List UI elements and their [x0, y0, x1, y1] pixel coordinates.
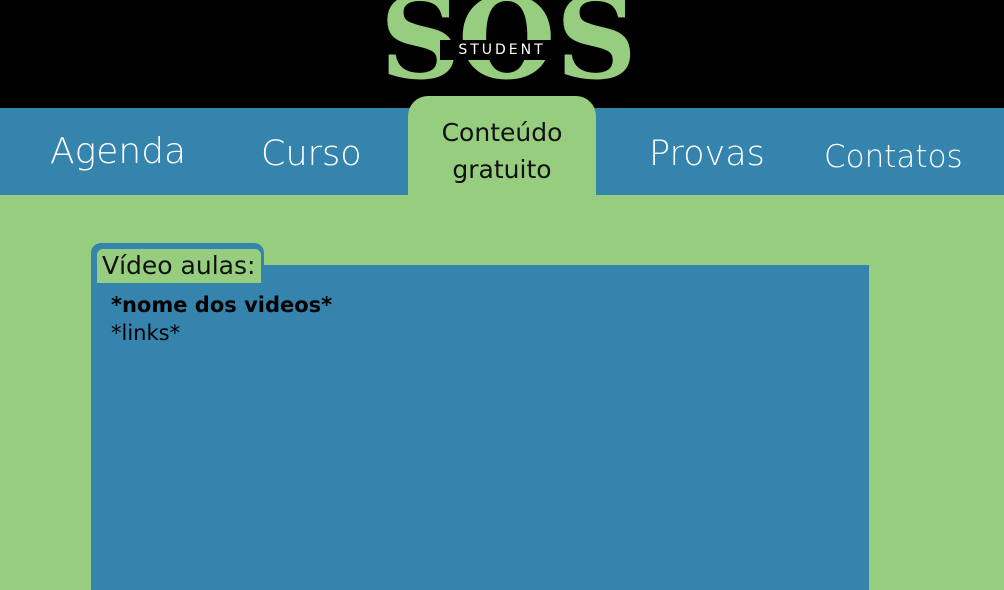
- nav-item-label: Conteúdo: [441, 118, 563, 147]
- logo-letter-s-2: S: [556, 0, 637, 105]
- video-name[interactable]: *nome dos videos*: [111, 290, 332, 320]
- logo-subtitle: STUDENT: [440, 40, 564, 60]
- nav-item-provas[interactable]: Provas: [649, 134, 765, 174]
- nav-item-contatos[interactable]: Contatos: [824, 138, 963, 176]
- video-links[interactable]: *links*: [111, 318, 180, 348]
- nav-item-conteudo-gratuito[interactable]: Conteúdo gratuito: [408, 96, 596, 196]
- nav-item-agenda[interactable]: Agenda: [50, 132, 186, 172]
- nav-item-label-line2: gratuito: [452, 155, 552, 184]
- panel-title: Vídeo aulas:: [102, 251, 256, 280]
- panel-tab-divider: [264, 249, 869, 265]
- sos-student-logo[interactable]: S O S STUDENT: [380, 0, 637, 106]
- nav-item-curso[interactable]: Curso: [261, 134, 362, 174]
